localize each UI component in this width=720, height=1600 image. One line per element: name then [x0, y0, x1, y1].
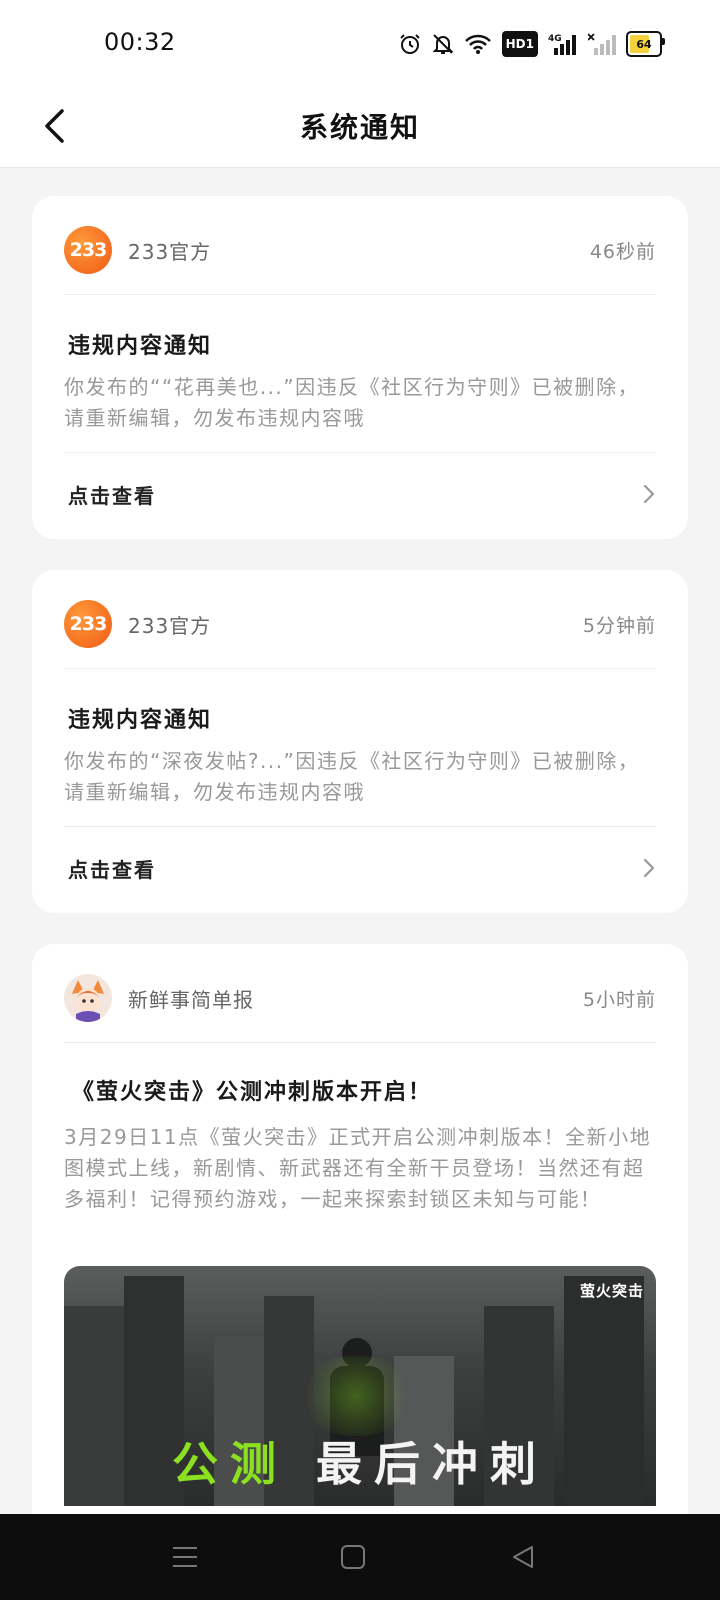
view-details-label: 点击查看 [68, 857, 156, 882]
status-time: 00:32 [104, 28, 176, 56]
chevron-right-icon [643, 858, 655, 878]
banner-text-green: 公测 [171, 1437, 288, 1491]
avatar[interactable]: 233 [64, 226, 112, 274]
card-header: 233 233官方 46秒前 [64, 222, 656, 278]
divider [64, 452, 656, 453]
notification-body: 你发布的“深夜发帖?...”因违反《社区行为守则》已被删除，请重新编辑，勿发布违… [64, 749, 640, 804]
news-body: 3月29日11点《萤火突击》正式开启公测冲刺版本！全新小地图模式上线，新剧情、新… [64, 1125, 652, 1211]
back-icon [513, 1546, 533, 1568]
menu-button[interactable] [168, 1540, 202, 1574]
home-icon [341, 1545, 365, 1569]
card-header: 233 233官方 5分钟前 [64, 596, 656, 652]
hd-badge: HD1 [501, 31, 538, 57]
banner-headline: 公测 最后冲刺 [64, 1428, 656, 1494]
card-header: 新鲜事简单报 5小时前 [64, 970, 656, 1026]
back-nav-button[interactable] [506, 1540, 540, 1574]
view-details-link[interactable]: 点击查看 [64, 469, 656, 519]
sender-name: 233官方 [128, 613, 212, 638]
avatar[interactable] [64, 974, 112, 1022]
timestamp: 5小时前 [582, 988, 656, 1011]
divider [64, 294, 656, 295]
timestamp: 46秒前 [589, 240, 656, 263]
banner-text-white: 最后冲刺 [316, 1437, 548, 1491]
menu-icon [173, 1547, 197, 1567]
status-icons: HD1 4G 64 [398, 30, 665, 58]
character-avatar-icon [64, 974, 112, 1022]
home-button[interactable] [336, 1540, 370, 1574]
system-nav-bar [0, 1514, 720, 1600]
news-title: 《萤火突击》公测冲刺版本开启！ [72, 1080, 433, 1105]
bell-off-icon [432, 31, 454, 57]
alarm-icon [398, 31, 422, 57]
notification-card: 233 233官方 5分钟前 违规内容通知 你发布的“深夜发帖?...”因违反《… [32, 570, 688, 913]
timestamp: 5分钟前 [582, 614, 656, 637]
banner-logo: 萤火突击 [579, 1282, 644, 1300]
chevron-right-icon [643, 484, 655, 504]
divider [64, 1042, 656, 1043]
notification-title: 违规内容通知 [68, 708, 213, 733]
view-details-label: 点击查看 [68, 483, 156, 508]
news-card[interactable]: 新鲜事简单报 5小时前 《萤火突击》公测冲刺版本开启！ 3月29日11点《萤火突… [32, 944, 688, 1564]
notification-body: 你发布的““花再美也...”因违反《社区行为守则》已被删除，请重新编辑，勿发布违… [64, 375, 640, 430]
sender-name: 新鲜事简单报 [128, 987, 254, 1012]
notification-title: 违规内容通知 [68, 334, 213, 359]
divider [64, 668, 656, 669]
avatar[interactable]: 233 [64, 600, 112, 648]
status-bar: 00:32 HD1 4G 64 [0, 0, 720, 84]
view-details-link[interactable]: 点击查看 [64, 843, 656, 893]
news-banner-image[interactable]: 萤火突击 公测 最后冲刺 [64, 1266, 656, 1506]
signal-4g-icon: 4G [548, 31, 578, 57]
battery-icon: 64 [626, 31, 665, 57]
page-title: 系统通知 [299, 111, 420, 144]
wifi-icon [464, 31, 492, 57]
notification-card: 233 233官方 46秒前 违规内容通知 你发布的““花再美也...”因违反《… [32, 196, 688, 539]
signal-no-icon [588, 31, 616, 57]
sender-name: 233官方 [128, 239, 212, 264]
header-bar: 系统通知 [0, 84, 720, 168]
svg-text:4G: 4G [548, 34, 562, 44]
divider [64, 826, 656, 827]
